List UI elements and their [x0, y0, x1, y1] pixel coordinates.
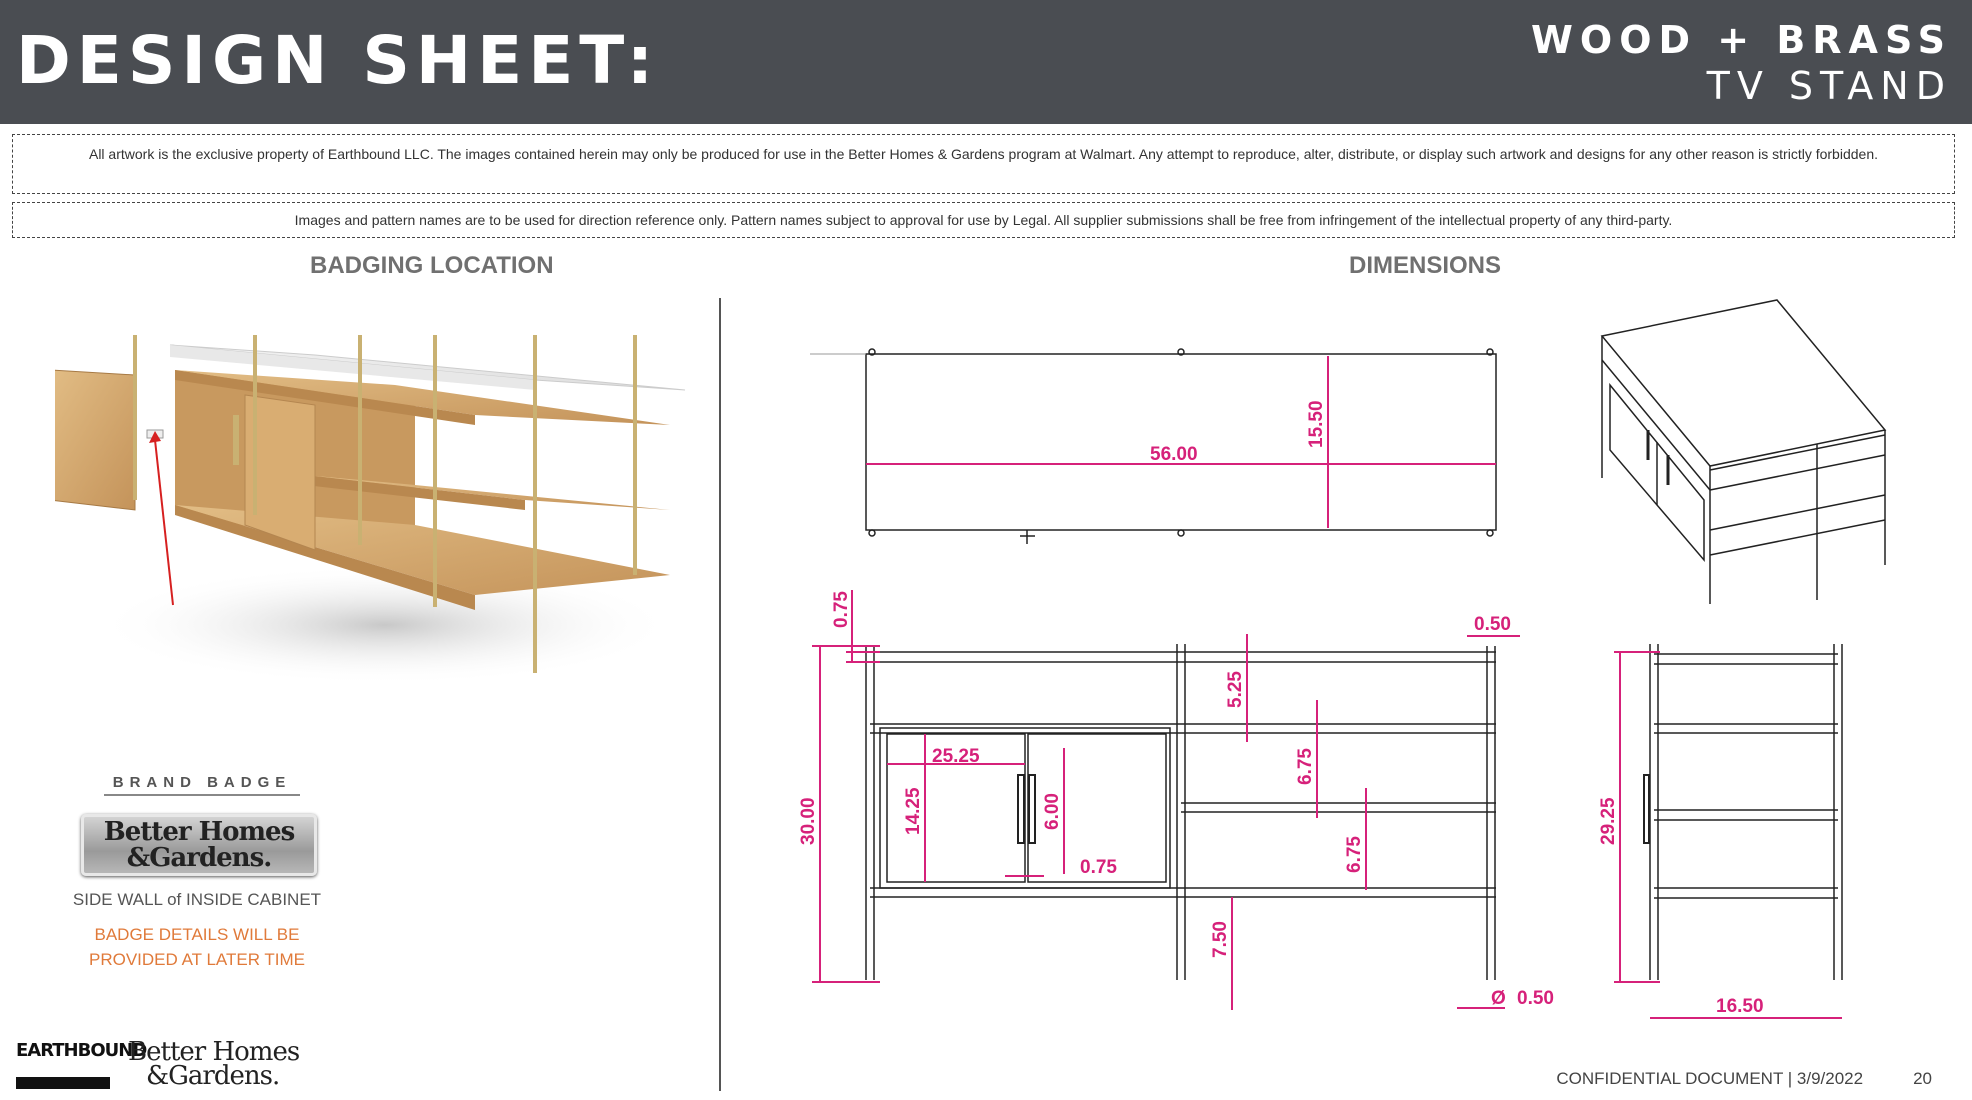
front-view: [865, 644, 1496, 980]
dim-door-width: 25.25: [932, 746, 980, 767]
dim-top-width: 56.00: [1150, 444, 1198, 465]
dimension-lines: [812, 356, 1842, 1019]
side-view: [1643, 644, 1843, 980]
dimension-drawings: 56.00 15.50 0.75 0.50 30.00 25.25 14.25 …: [798, 299, 1887, 1019]
isometric-view: [1600, 299, 1887, 604]
dim-top-depth: 15.50: [1306, 400, 1327, 448]
earthbound-logo-bar: [16, 1077, 110, 1089]
dim-leg-diameter: 0.50: [1517, 988, 1554, 1009]
dim-front-height: 30.00: [798, 797, 819, 845]
confidential-label: CONFIDENTIAL DOCUMENT | 3/9/2022: [1556, 1069, 1864, 1088]
dim-door-height: 14.25: [903, 787, 924, 835]
dim-bottom-clearance: 7.50: [1210, 921, 1231, 958]
dim-shelf-gap-top: 5.25: [1225, 671, 1246, 708]
footer: CONFIDENTIAL DOCUMENT | 3/9/2022 20: [1556, 1069, 1932, 1089]
earthbound-logo: EARTHBOUND: [16, 1040, 147, 1061]
dim-handle-gap: 0.75: [1080, 857, 1117, 878]
bhg-logo-line2: &Gardens.: [146, 1061, 280, 1091]
dimension-labels: 56.00 15.50 0.75 0.50 30.00 25.25 14.25 …: [798, 400, 1764, 1017]
dim-leg-diameter-symbol: Ø: [1491, 988, 1506, 1009]
dim-shelf-gap-mid: 6.75: [1295, 748, 1316, 785]
top-view-outline: [865, 353, 1497, 531]
bhg-logo: Better Homes &Gardens.: [128, 1039, 300, 1091]
dim-shelf-gap-low: 6.75: [1344, 836, 1365, 873]
dim-handle-height: 6.00: [1042, 793, 1063, 830]
dim-side-height: 29.25: [1598, 797, 1619, 845]
dim-front-overhang: 0.75: [831, 591, 852, 628]
dim-side-depth: 16.50: [1716, 996, 1764, 1017]
dim-front-leg-offset: 0.50: [1474, 614, 1511, 635]
page-number: 20: [1913, 1069, 1932, 1088]
